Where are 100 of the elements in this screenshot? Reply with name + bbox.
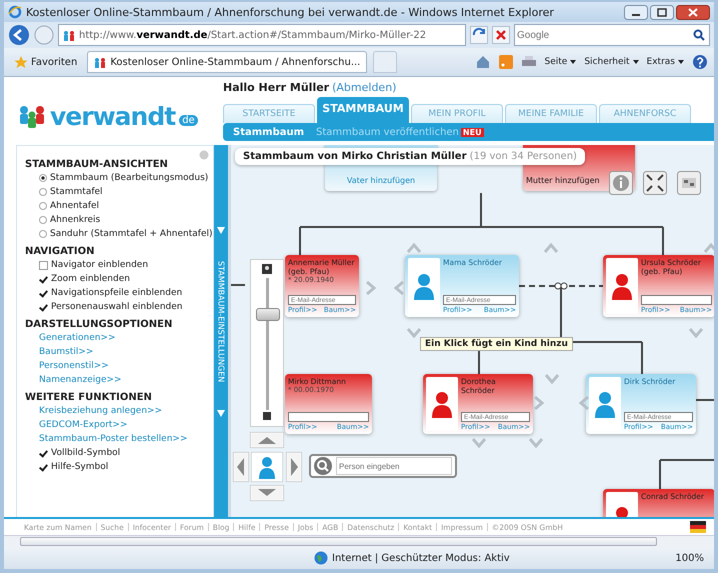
search-icon[interactable] (693, 29, 705, 41)
help-icon[interactable] (692, 54, 708, 70)
option-label: Vollbild-Symbol (51, 448, 120, 458)
option-label: Navigationspfeile einblenden (51, 288, 182, 298)
checkbox[interactable] (39, 302, 48, 312)
settings-link[interactable]: Baumstil>> (39, 347, 94, 357)
feed-icon[interactable] (498, 55, 512, 69)
person-search-field[interactable]: Person eingeben (336, 457, 452, 475)
option-label: Stammtafel (50, 187, 103, 197)
person-silhouette-icon (594, 390, 616, 418)
greeting-text: Hallo Herr Müller (223, 80, 330, 94)
collapse-arrow-icon[interactable] (217, 410, 225, 417)
option-label: Zoom einblenden (51, 274, 130, 284)
option-label: Ahnenkreis (50, 215, 100, 225)
site-favicon-icon (63, 29, 75, 41)
info-icon[interactable] (609, 171, 633, 195)
zoom-in-icon[interactable] (262, 264, 272, 274)
checkbox[interactable] (39, 274, 48, 284)
back-button[interactable] (8, 24, 30, 46)
new-badge: NEU (460, 128, 484, 136)
slider-thumb[interactable] (256, 308, 280, 321)
forward-button[interactable] (34, 25, 54, 45)
refresh-icon[interactable] (470, 26, 488, 44)
person-center-button[interactable] (251, 452, 283, 482)
caret-icon[interactable] (570, 60, 576, 64)
person-silhouette-icon (413, 272, 435, 300)
checkbox[interactable] (39, 462, 48, 472)
globe-icon (314, 551, 328, 565)
caret-icon[interactable] (678, 60, 684, 64)
subnav-link[interactable]: Stammbaum veröffentlichen (316, 126, 459, 138)
logout-link[interactable]: (Abmelden) (332, 80, 396, 94)
person-silhouette-icon (431, 390, 453, 418)
nav-tab[interactable]: MEINE FAMILIE (505, 104, 597, 123)
address-field[interactable]: http://www.verwandt.de/Start.action#/Stammbaum/Mirko-Müller-22 (58, 24, 466, 46)
email-field[interactable] (288, 412, 369, 422)
radio-button[interactable] (39, 202, 47, 210)
settings-link[interactable]: Namenanzeige>> (39, 375, 122, 385)
section-heading: DARSTELLUNGSOPTIONEN (25, 319, 174, 330)
fullscreen-icon[interactable] (643, 171, 667, 195)
menu-button[interactable]: Extras (646, 57, 675, 67)
settings-link[interactable]: Generationen>> (39, 333, 116, 343)
option-label: Personenauswahl einblenden (51, 302, 182, 312)
zoom-level[interactable]: 100% (675, 552, 704, 564)
option-label: Hilfe-Symbol (51, 462, 108, 472)
security-zone-text: Internet | Geschützter Modus: Aktiv (332, 552, 510, 564)
favorites-button[interactable]: Favoriten (10, 53, 82, 71)
pan-down-button[interactable] (250, 485, 284, 501)
search-icon (314, 457, 332, 475)
nav-tab[interactable]: STAMMBAUM (317, 97, 409, 123)
browser-tab[interactable]: Kostenloser Online-Stammbaum / Ahnenforschu... (87, 51, 368, 73)
tree-title: Stammbaum von Mirko Christian Müller (19 von 34 Personen) (235, 148, 585, 165)
print-icon[interactable] (520, 55, 536, 69)
settings-link[interactable]: GEDCOM-Export>> (39, 420, 128, 430)
site-favicon-icon (94, 56, 106, 68)
minimize-button[interactable] (624, 4, 648, 20)
tooltip: Ein Klick fügt ein Kind hinzu (420, 337, 573, 351)
nav-tab[interactable]: AHNENFORSC (599, 104, 691, 123)
pan-right-button[interactable] (286, 452, 302, 482)
site-logo[interactable]: verwandt de (4, 87, 223, 145)
family-figures-icon (18, 104, 46, 128)
home-icon[interactable] (474, 54, 490, 70)
url-text: http://www.verwandt.de/Start.action#/Stammbaum/Mirko-Müller-22 (79, 30, 426, 40)
menu-button[interactable]: Seite (544, 57, 568, 67)
caret-icon[interactable] (632, 60, 639, 64)
star-icon (14, 55, 28, 69)
collapse-arrow-icon[interactable] (217, 227, 225, 234)
nav-tab[interactable]: MEIN PROFIL (411, 104, 503, 123)
option-label: Navigator einblenden (51, 260, 148, 270)
stop-icon[interactable] (492, 26, 510, 44)
window-title: Kostenloser Online-Stammbaum / Ahnenforschung bei verwandt.de - Windows Internet Explorer (26, 6, 555, 18)
radio-button[interactable] (39, 216, 47, 224)
settings-toggle-bar[interactable]: STAMMBAUM-EINSTELLUNGEN (214, 145, 228, 517)
settings-link[interactable]: Personenstil>> (39, 361, 109, 371)
chevron-icon[interactable] (531, 395, 547, 411)
close-button[interactable] (676, 4, 710, 20)
section-heading: STAMMBAUM-ANSICHTEN (25, 159, 169, 170)
checkbox[interactable] (39, 288, 48, 298)
flag-icon[interactable] (690, 521, 706, 533)
checkbox[interactable] (39, 260, 48, 270)
option-label: Ahnentafel (50, 201, 100, 211)
overview-icon[interactable] (677, 171, 701, 195)
zoom-slider[interactable] (250, 259, 284, 427)
radio-button[interactable] (39, 230, 47, 238)
maximize-button[interactable] (650, 4, 674, 20)
person-silhouette-icon (611, 272, 633, 300)
checkbox[interactable] (39, 448, 48, 458)
email-field[interactable] (641, 295, 712, 305)
search-box[interactable]: Google (514, 24, 710, 46)
settings-link[interactable]: Kreisbeziehung anlegen>> (39, 406, 162, 416)
radio-button[interactable] (39, 174, 47, 182)
section-heading: WEITERE FUNKTIONEN (25, 392, 153, 403)
settings-link[interactable]: Stammbaum-Poster bestellen>> (39, 434, 188, 444)
radio-button[interactable] (39, 188, 47, 196)
menu-button[interactable]: Sicherheit (584, 57, 630, 67)
subnav-link[interactable]: Stammbaum (233, 126, 304, 138)
horizontal-scrollbar[interactable] (4, 535, 714, 547)
pan-left-button[interactable] (233, 452, 249, 482)
option-label: Sanduhr (Stammtafel + Ahnentafel) (50, 229, 212, 239)
nav-tab[interactable]: STARTSEITE (223, 104, 315, 123)
pan-up-button[interactable] (250, 432, 284, 448)
